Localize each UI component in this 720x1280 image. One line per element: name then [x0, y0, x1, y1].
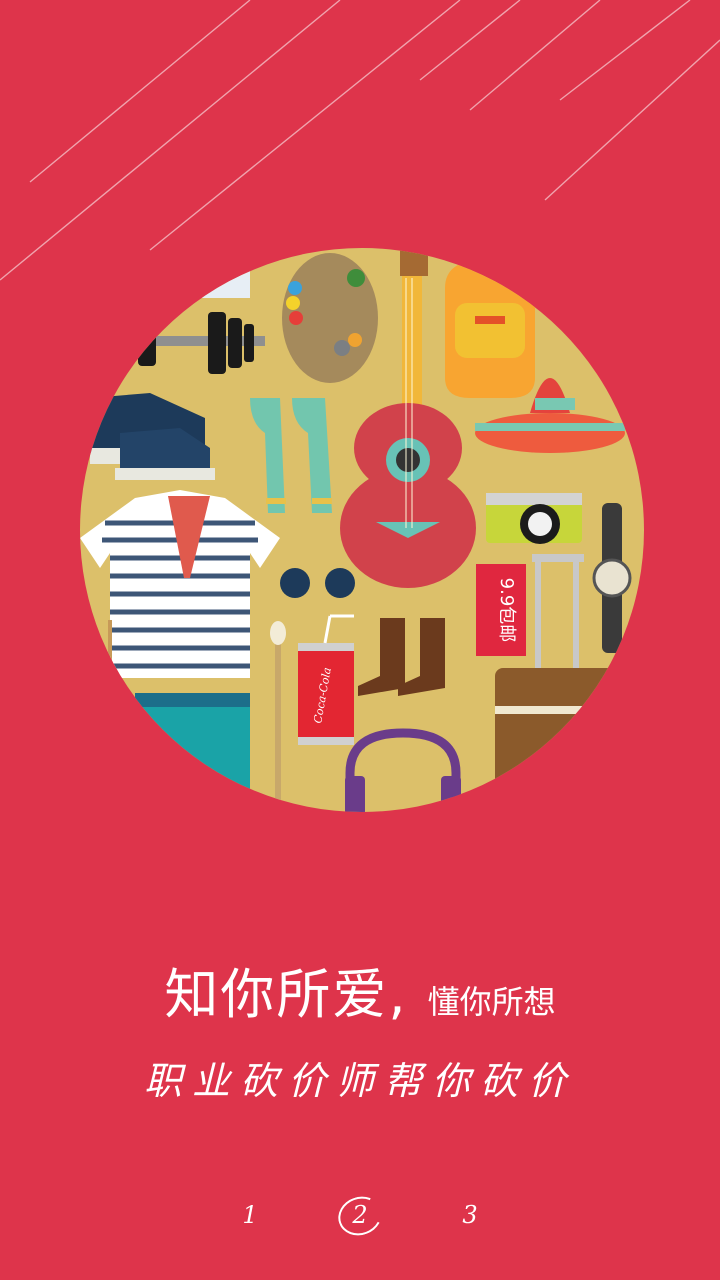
page-indicator: 1 2 3 [0, 1192, 720, 1238]
tagline: 职业砍价师帮你砍价 [143, 1059, 576, 1103]
paint-palette-icon [282, 253, 378, 383]
page-indicator-1[interactable]: 1 [225, 1192, 275, 1238]
backpack-icon [445, 259, 535, 398]
page-indicator-2-active[interactable]: 2 [335, 1192, 385, 1238]
headline-sub: 懂你所想 [427, 983, 556, 1021]
jeans-icon [135, 693, 250, 812]
headline-main: 知你所爱, [164, 963, 408, 1026]
price-tag-label: 9.9包邮 [496, 578, 517, 643]
headline: 知你所爱, 懂你所想 [0, 950, 720, 1029]
stick-icon [108, 620, 112, 780]
shopping-items-illustration: 9.9包邮 Coca-Cola [80, 248, 644, 812]
picture-frame-icon [190, 258, 250, 298]
price-tag: 9.9包邮 [476, 564, 526, 656]
page-indicator-3[interactable]: 3 [445, 1192, 495, 1238]
camera-icon [486, 493, 582, 544]
